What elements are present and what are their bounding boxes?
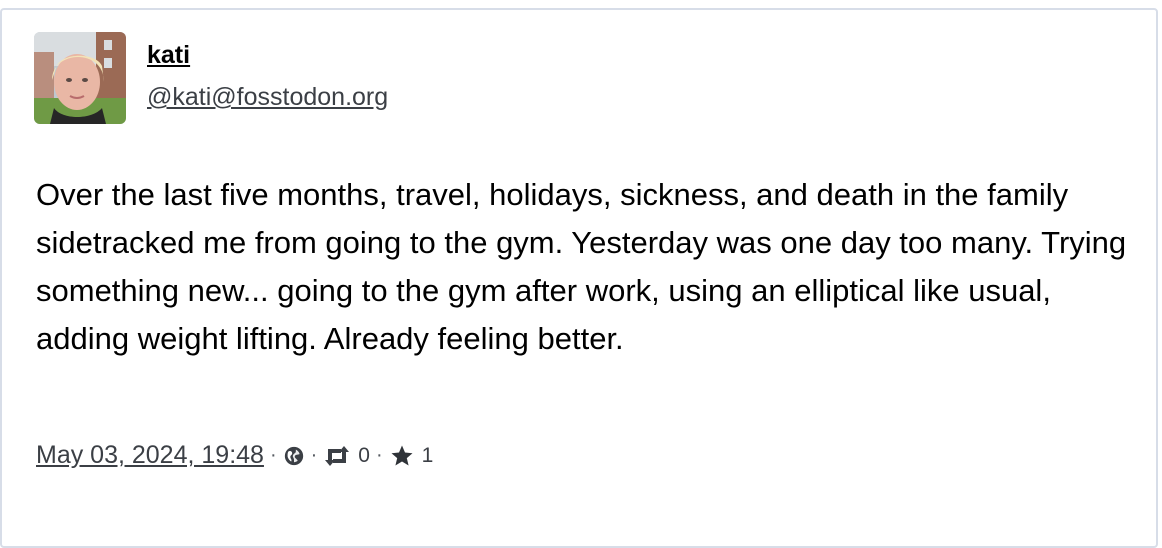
author-handle[interactable]: @kati@fosstodon.org: [147, 83, 388, 111]
post-author: kati @kati@fosstodon.org: [34, 32, 388, 124]
avatar[interactable]: [34, 32, 126, 124]
meta-separator: ·: [375, 444, 383, 466]
post-content: Over the last five months, travel, holid…: [36, 177, 1127, 356]
boost-icon[interactable]: [323, 445, 351, 467]
author-names: kati @kati@fosstodon.org: [147, 41, 388, 111]
post-timestamp[interactable]: May 03, 2024, 19:48: [36, 441, 264, 470]
meta-separator: ·: [310, 444, 318, 466]
star-icon[interactable]: [389, 444, 415, 468]
favourite-count: 1: [421, 443, 434, 467]
meta-separator: ·: [269, 444, 277, 466]
globe-icon: [283, 445, 305, 467]
boost-count: 0: [358, 443, 370, 467]
page-background: [0, 0, 1162, 8]
author-display-name[interactable]: kati: [147, 41, 388, 69]
post-meta: May 03, 2024, 19:48 · · 0 · 1: [36, 441, 433, 470]
